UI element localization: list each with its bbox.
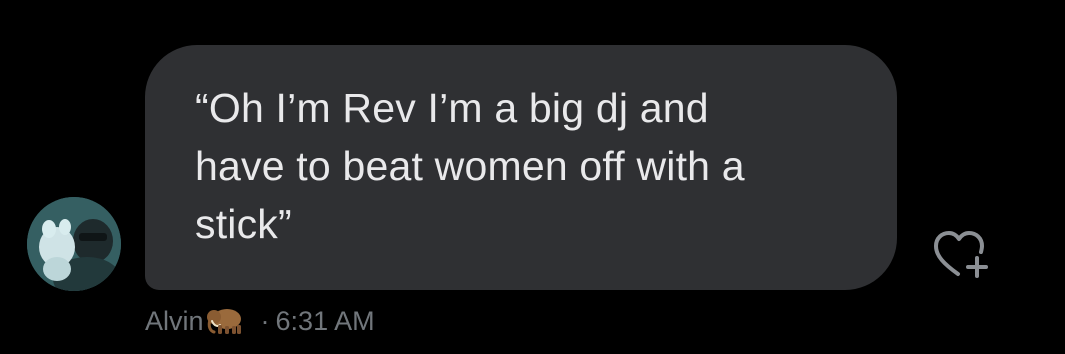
add-reaction-button[interactable] xyxy=(930,228,992,282)
avatar-photo-icon xyxy=(27,197,121,291)
heart-plus-icon xyxy=(934,231,988,278)
mammoth-emoji-icon xyxy=(205,306,245,336)
sender-name[interactable]: Alvin xyxy=(145,306,204,337)
message-text: “Oh I’m Rev I’m a big dj and have to bea… xyxy=(195,85,745,247)
meta-separator: · xyxy=(260,305,270,336)
message-timestamp: 6:31 AM xyxy=(275,305,375,336)
dm-conversation: “Oh I’m Rev I’m a big dj and have to bea… xyxy=(0,0,1065,354)
sender-avatar[interactable] xyxy=(27,197,121,291)
message-bubble[interactable]: “Oh I’m Rev I’m a big dj and have to bea… xyxy=(145,45,897,290)
message-meta: Alvin · 6:31 AM xyxy=(145,303,375,339)
